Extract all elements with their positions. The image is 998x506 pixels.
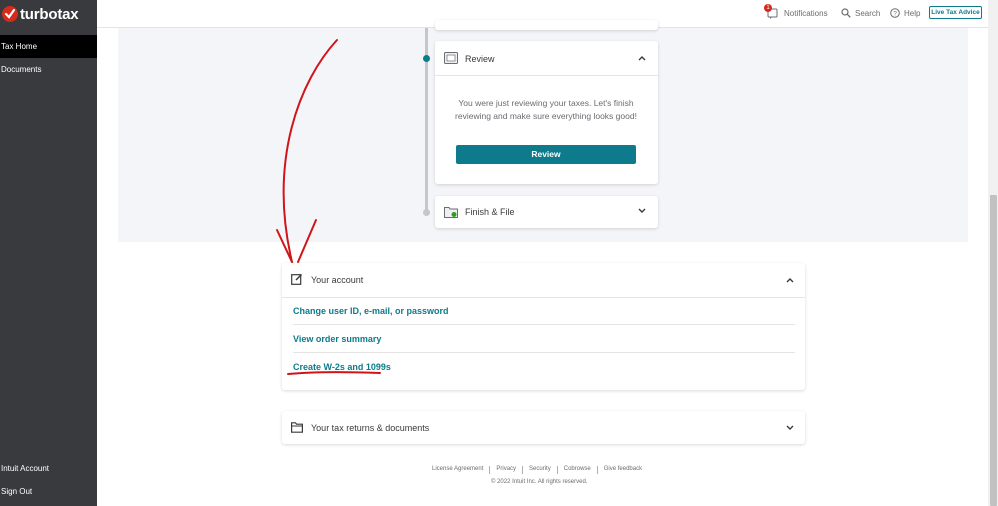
footer-separator <box>522 466 524 474</box>
live-tax-advice-button[interactable]: Live Tax Advice <box>929 6 982 19</box>
finish-file-step-card[interactable]: Finish & File <box>435 196 658 228</box>
sidebar-item-sign-out[interactable]: Sign Out <box>0 480 97 503</box>
change-user-id-link[interactable]: Change user ID, e-mail, or password <box>293 306 449 316</box>
scrollbar-thumb[interactable] <box>990 195 997 506</box>
help-label: Help <box>904 8 921 18</box>
search-button[interactable]: Search <box>841 7 880 19</box>
edit-icon <box>291 273 303 285</box>
notification-count-badge: 1 <box>764 4 772 12</box>
footer-separator <box>596 466 598 474</box>
search-icon <box>841 8 851 18</box>
footer-separator <box>489 466 491 474</box>
review-step-card: Review You were just reviewing your taxe… <box>435 41 658 184</box>
timeline-dot-pending <box>423 209 430 216</box>
review-document-icon <box>444 52 458 64</box>
sidebar: turbotax Tax Home Documents Intuit Accou… <box>0 0 97 506</box>
bell-icon: 1 <box>764 4 778 19</box>
review-step-title: Review <box>465 54 495 64</box>
footer-separator <box>556 466 558 474</box>
your-account-title: Your account <box>311 275 364 285</box>
review-step-header[interactable]: Review <box>435 41 658 76</box>
svg-text:?: ? <box>893 11 897 18</box>
chevron-up-icon[interactable] <box>786 277 794 283</box>
turbotax-logo[interactable]: turbotax <box>2 5 79 23</box>
divider <box>293 324 795 325</box>
review-button[interactable]: Review <box>456 145 636 164</box>
divider <box>293 352 795 353</box>
copyright-text: © 2022 Intuit Inc. All rights reserved. <box>491 479 588 485</box>
your-account-header[interactable]: Your account <box>282 263 805 298</box>
finish-file-icon <box>444 207 458 218</box>
tax-returns-title: Your tax returns & documents <box>311 423 430 433</box>
notifications-button[interactable]: 1 Notifications <box>764 4 828 19</box>
sidebar-item-intuit-account[interactable]: Intuit Account <box>0 457 97 480</box>
create-w2s-1099s-link[interactable]: Create W-2s and 1099s <box>293 362 391 372</box>
folder-icon <box>291 422 303 433</box>
finish-file-step-title: Finish & File <box>465 207 515 217</box>
brand-name: turbotax <box>20 5 79 23</box>
tax-returns-card[interactable]: Your tax returns & documents <box>282 411 805 444</box>
search-label: Search <box>855 8 881 18</box>
footer-links: License Agreement Privacy Security Cobro… <box>432 466 642 474</box>
chevron-up-icon[interactable] <box>638 55 646 61</box>
sidebar-item-documents[interactable]: Documents <box>0 58 97 81</box>
help-icon: ? <box>890 8 900 18</box>
help-button[interactable]: ? Help <box>890 7 920 19</box>
chevron-down-icon[interactable] <box>786 425 794 431</box>
footer-link-security[interactable]: Security <box>529 466 551 474</box>
view-order-summary-link[interactable]: View order summary <box>293 334 381 344</box>
your-account-card: Your account Change user ID, e-mail, or … <box>282 263 805 390</box>
sidebar-item-tax-home[interactable]: Tax Home <box>0 35 97 58</box>
footer-link-privacy[interactable]: Privacy <box>496 466 516 474</box>
footer-link-feedback[interactable]: Give feedback <box>604 466 642 474</box>
chevron-down-icon[interactable] <box>638 208 646 214</box>
checkmark-logo-icon <box>2 6 18 22</box>
timeline-dot-current <box>423 55 430 62</box>
review-description: You were just reviewing your taxes. Let'… <box>455 98 637 121</box>
previous-step-card <box>435 20 658 30</box>
footer-link-license[interactable]: License Agreement <box>432 466 483 474</box>
notifications-label: Notifications <box>784 8 828 18</box>
footer-link-cobrowse[interactable]: Cobrowse <box>564 466 591 474</box>
